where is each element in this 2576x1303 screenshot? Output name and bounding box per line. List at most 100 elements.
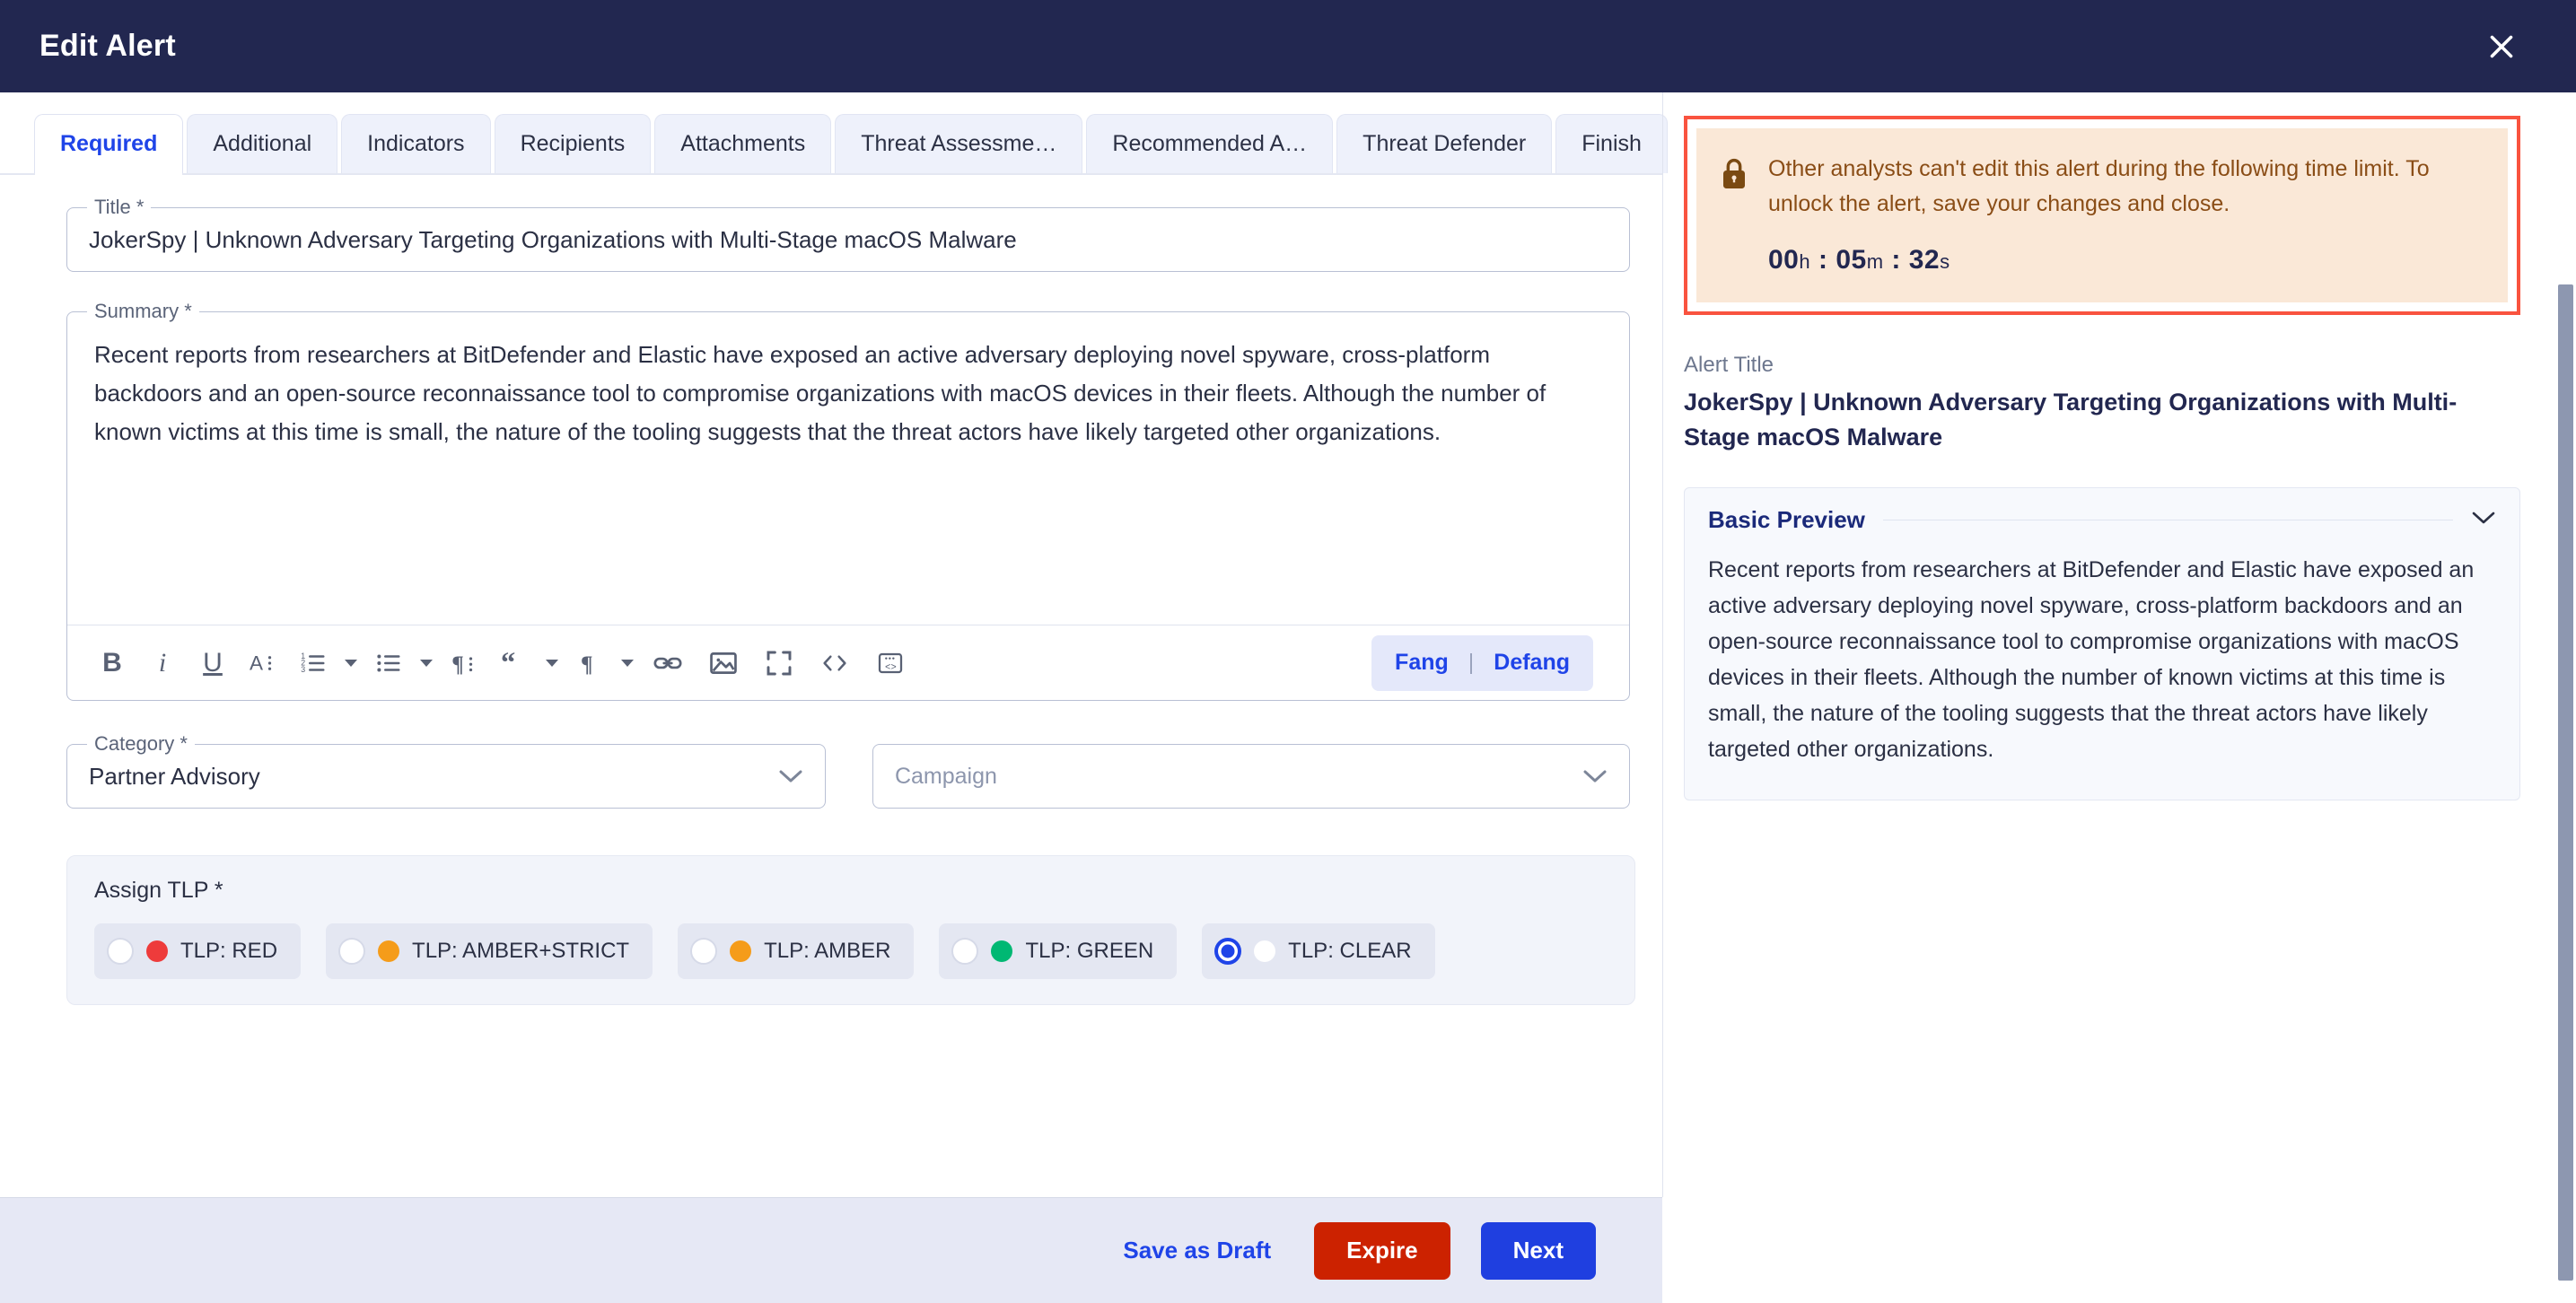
italic-icon[interactable]: i <box>137 638 188 688</box>
radio-button[interactable] <box>338 938 366 965</box>
pane-divider <box>1662 92 1663 1303</box>
basic-preview-title: Basic Preview <box>1708 506 1865 533</box>
tab-bar: Required Additional Indicators Recipient… <box>0 92 1668 175</box>
countdown-hours-unit: h <box>1799 250 1811 273</box>
ordered-list-dropdown-icon[interactable] <box>338 638 364 688</box>
tlp-option-amber[interactable]: TLP: AMBER <box>678 923 915 979</box>
tab-indicators[interactable]: Indicators <box>341 114 491 173</box>
paragraph-style-dropdown-icon[interactable] <box>615 638 640 688</box>
fang-defang-group: Fang | Defang <box>1371 634 1593 691</box>
expire-button[interactable]: Expire <box>1314 1221 1450 1280</box>
fang-button[interactable]: Fang <box>1395 650 1449 676</box>
summary-input[interactable]: Recent reports from researchers at BitDe… <box>67 312 1629 625</box>
tlp-color-swatch <box>1254 940 1276 962</box>
svg-text:3: 3 <box>301 665 305 674</box>
svg-text:“: “ <box>501 650 515 677</box>
tlp-color-swatch <box>730 940 752 962</box>
tab-threat-defender[interactable]: Threat Defender <box>1336 114 1553 173</box>
tlp-option-green[interactable]: TLP: GREEN <box>939 923 1178 979</box>
tab-additional[interactable]: Additional <box>187 114 338 173</box>
title-field[interactable]: Title * JokerSpy | Unknown Adversary Tar… <box>66 196 1630 272</box>
unordered-list-dropdown-icon[interactable] <box>414 638 439 688</box>
tlp-option-amber-strict[interactable]: TLP: AMBER+STRICT <box>326 923 653 979</box>
tab-recipients[interactable]: Recipients <box>494 114 652 173</box>
scrollbar-thumb[interactable] <box>2558 284 2573 1281</box>
ordered-list-icon[interactable]: 1 2 3 <box>288 638 338 688</box>
radio-button[interactable] <box>1214 938 1242 965</box>
paragraph-style-icon[interactable]: ¶ <box>565 638 615 688</box>
image-icon[interactable] <box>696 638 751 688</box>
countdown-minutes-unit: m <box>1866 250 1884 273</box>
required-form: Title * JokerSpy | Unknown Adversary Tar… <box>0 175 1662 1197</box>
edit-alert-modal: Edit Alert Required Additional Indicator… <box>0 0 2576 1303</box>
link-icon[interactable] <box>640 638 696 688</box>
tab-threat-assessment[interactable]: Threat Assessme… <box>835 114 1083 173</box>
tab-label: Additional <box>213 131 312 156</box>
lock-banner-inner: Other analysts can't edit this alert dur… <box>1696 128 2508 302</box>
code-block-icon[interactable]: <> <box>863 638 918 688</box>
tab-recommended-actions[interactable]: Recommended A… <box>1086 114 1334 173</box>
chevron-down-icon <box>778 768 803 784</box>
radio-button[interactable] <box>690 938 718 965</box>
assign-tlp-label: Assign TLP * <box>94 878 223 903</box>
campaign-select[interactable]: Campaign <box>872 744 1630 809</box>
tab-finish[interactable]: Finish <box>1555 114 1668 173</box>
assign-tlp-group: Assign TLP * TLP: RED TLP: AMBER+STRICT <box>66 855 1635 1005</box>
modal-body: Required Additional Indicators Recipient… <box>0 92 2576 1303</box>
modal-header: Edit Alert <box>0 0 2576 92</box>
radio-button[interactable] <box>107 938 134 965</box>
modal-footer: Save as Draft Expire Next <box>0 1197 1662 1303</box>
tlp-color-swatch <box>378 940 400 962</box>
chevron-down-icon[interactable] <box>2471 510 2496 530</box>
left-pane: Required Additional Indicators Recipient… <box>0 92 1668 1303</box>
basic-preview-header[interactable]: Basic Preview <box>1685 488 2519 552</box>
svg-text:¶: ¶ <box>451 652 464 676</box>
tlp-option-label: TLP: CLEAR <box>1288 939 1412 963</box>
basic-preview-card: Basic Preview Recent reports from resear… <box>1684 487 2520 800</box>
title-label: Title * <box>87 196 152 219</box>
next-button[interactable]: Next <box>1480 1221 1596 1280</box>
title-input[interactable]: JokerSpy | Unknown Adversary Targeting O… <box>67 208 1629 271</box>
tab-label: Required <box>60 131 158 156</box>
tlp-options: TLP: RED TLP: AMBER+STRICT TLP: AMBER TL… <box>94 923 1608 979</box>
select-row: Category * Partner Advisory Campaign <box>66 732 1630 809</box>
tab-label: Indicators <box>367 131 465 156</box>
fullscreen-icon[interactable] <box>751 638 807 688</box>
campaign-placeholder: Campaign <box>894 763 997 789</box>
tlp-option-red[interactable]: TLP: RED <box>94 923 302 979</box>
font-color-icon[interactable]: A <box>238 638 288 688</box>
unordered-list-icon[interactable] <box>364 638 414 688</box>
underline-icon[interactable]: U <box>188 638 238 688</box>
blockquote-dropdown-icon[interactable] <box>539 638 565 688</box>
tab-label: Attachments <box>680 131 806 156</box>
tlp-option-label: TLP: AMBER+STRICT <box>412 939 630 963</box>
tlp-option-clear[interactable]: TLP: CLEAR <box>1202 923 1435 979</box>
lock-countdown: 00h : 05m : 32s <box>1768 245 2481 275</box>
tlp-option-label: TLP: RED <box>180 939 278 963</box>
countdown-separator: : <box>1818 245 1828 275</box>
category-value: Partner Advisory <box>89 762 260 790</box>
countdown-hours: 00 <box>1768 245 1800 275</box>
defang-button[interactable]: Defang <box>1494 650 1570 676</box>
radio-button[interactable] <box>951 938 979 965</box>
fang-separator: | <box>1468 650 1475 675</box>
tab-attachments[interactable]: Attachments <box>654 114 832 173</box>
lock-banner-content: Other analysts can't edit this alert dur… <box>1768 152 2481 275</box>
blockquote-icon[interactable]: “ <box>489 638 539 688</box>
save-as-draft-button[interactable]: Save as Draft <box>1110 1228 1284 1273</box>
rich-text-toolbar: B i U A 1 2 3 ¶ “ ¶ <> Fang | Defang <box>67 625 1629 700</box>
paragraph-format-icon[interactable]: ¶ <box>439 638 489 688</box>
lock-banner: Other analysts can't edit this alert dur… <box>1684 116 2520 315</box>
svg-text:¶: ¶ <box>581 652 593 676</box>
tlp-option-label: TLP: AMBER <box>764 939 891 963</box>
page-title: Edit Alert <box>39 29 176 63</box>
alert-title-label: Alert Title <box>1684 353 1774 377</box>
tab-required[interactable]: Required <box>34 114 184 175</box>
countdown-separator: : <box>1891 245 1901 275</box>
scrollbar-track[interactable] <box>2556 92 2576 1303</box>
countdown-seconds-unit: s <box>1940 250 1950 273</box>
category-select[interactable]: Category * Partner Advisory <box>66 732 826 809</box>
bold-icon[interactable]: B <box>87 638 137 688</box>
close-icon[interactable] <box>2477 22 2526 71</box>
code-icon[interactable] <box>807 638 863 688</box>
